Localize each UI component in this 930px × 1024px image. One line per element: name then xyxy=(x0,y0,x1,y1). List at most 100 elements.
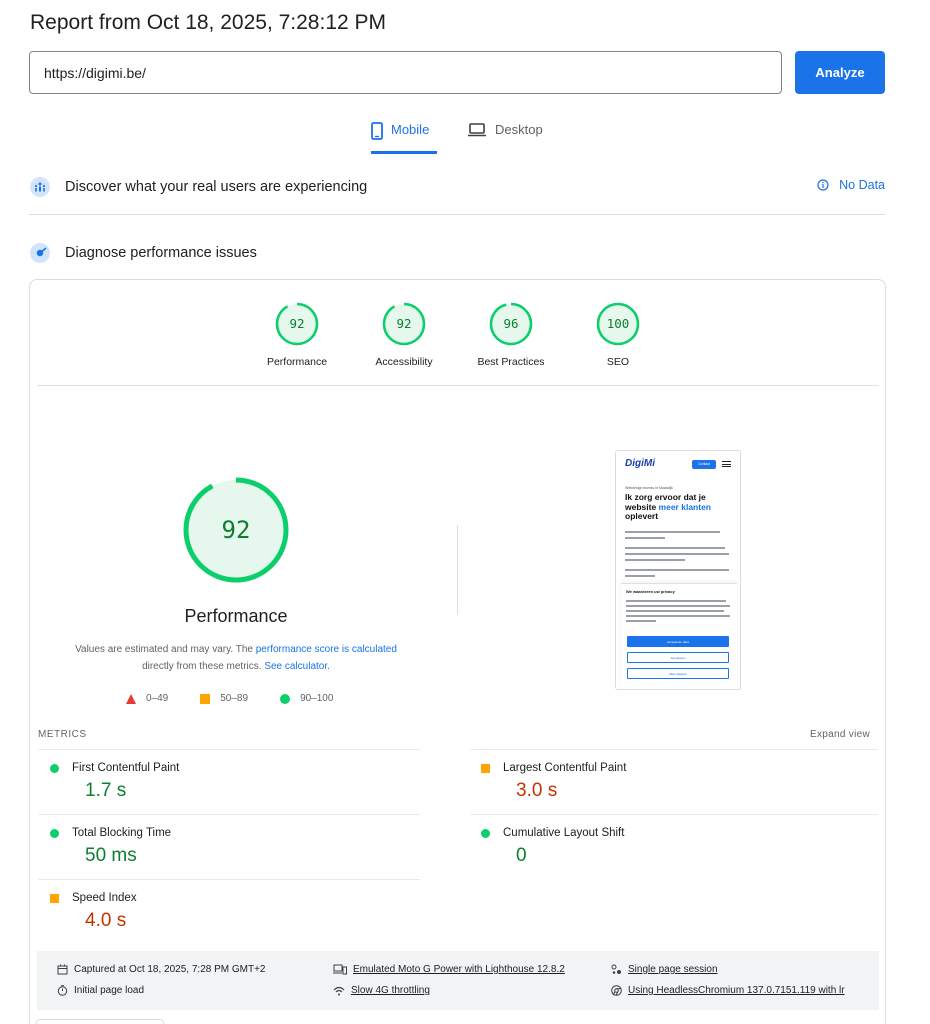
devices-icon xyxy=(333,964,347,975)
gauge-label: Accessibility xyxy=(375,356,433,368)
vertical-divider xyxy=(457,525,458,615)
pass-circle-icon xyxy=(280,693,291,704)
session-icon xyxy=(611,964,621,974)
metric-value: 0 xyxy=(516,845,527,866)
device-text: Emulated Moto G Power with Lighthouse 12… xyxy=(353,964,565,975)
session-type[interactable]: Single page session xyxy=(611,964,718,975)
field-data-title: Discover what your real users are experi… xyxy=(65,179,368,195)
metric-value: 1.7 s xyxy=(85,780,127,801)
text-line xyxy=(626,615,730,617)
score-calc-link[interactable]: performance score is calculated xyxy=(256,644,397,655)
gauge-label: SEO xyxy=(606,356,630,368)
metric-divider xyxy=(470,814,878,815)
gauge-accessibility[interactable]: 92 Accessibility xyxy=(369,302,439,368)
metric-tbt: Total Blocking Time 50 ms xyxy=(50,827,450,867)
metric-label: First Contentful Paint xyxy=(72,762,180,774)
pass-circle-icon xyxy=(50,763,59,773)
session-text: Single page session xyxy=(628,964,718,975)
url-input[interactable] xyxy=(29,51,782,94)
wifi-icon xyxy=(333,986,345,995)
crux-users-icon xyxy=(30,177,50,197)
page-title: Report from Oct 18, 2025, 7:28:12 PM xyxy=(30,11,387,34)
legend-poor: 0–49 xyxy=(146,693,169,704)
gauge-best-practices[interactable]: 96 Best Practices xyxy=(471,302,551,368)
note-text: Values are estimated and may vary. The xyxy=(75,644,256,655)
chrome-icon xyxy=(611,985,622,996)
smartphone-icon xyxy=(371,122,383,140)
gauge-score: 92 xyxy=(396,316,412,331)
lab-data-header: Diagnose performance issues xyxy=(29,240,885,266)
device-emulation[interactable]: Emulated Moto G Power with Lighthouse 12… xyxy=(333,964,565,975)
metric-divider xyxy=(38,814,420,815)
metric-value: 3.0 s xyxy=(516,780,558,801)
network-throttling[interactable]: Slow 4G throttling xyxy=(333,985,430,996)
text-line xyxy=(625,559,685,561)
legend-good: 90–100 xyxy=(300,693,334,704)
tab-desktop-label: Desktop xyxy=(495,122,543,137)
initial-load: Initial page load xyxy=(57,985,144,996)
no-data-link[interactable]: No Data xyxy=(817,178,885,192)
text-line xyxy=(625,547,725,549)
screenshot-headline: Ik zorg ervoor dat je website meer klant… xyxy=(625,492,735,522)
text-line xyxy=(625,537,665,539)
analyze-button[interactable]: Analyze xyxy=(795,51,885,94)
gauges-divider xyxy=(37,385,879,386)
gauge-seo[interactable]: 100 SEO xyxy=(583,302,653,368)
metric-divider xyxy=(470,749,878,750)
lab-report-card: 92 Performance 92 Accessibility 96 Best … xyxy=(29,279,886,1024)
final-screenshot[interactable]: DigiMi Contact Webdesign bureau in Maasd… xyxy=(615,450,741,690)
device-tabs: Mobile Desktop xyxy=(0,118,930,154)
calendar-icon xyxy=(57,964,68,975)
metric-label: Speed Index xyxy=(72,892,137,904)
text-line xyxy=(625,553,729,555)
lab-data-title: Diagnose performance issues xyxy=(65,245,257,261)
tab-desktop[interactable]: Desktop xyxy=(467,118,543,154)
headline-part: oplevert xyxy=(625,511,659,521)
expand-view-toggle[interactable]: Expand view xyxy=(810,729,870,740)
initial-load-text: Initial page load xyxy=(74,985,145,996)
text-line xyxy=(626,605,730,607)
metric-divider xyxy=(38,749,420,750)
text-line xyxy=(625,575,655,577)
cookie-customize-button: Aanpassen xyxy=(627,652,729,663)
cookie-accept-button: Accepteren alles xyxy=(627,636,729,647)
gauge-score: 96 xyxy=(503,316,519,331)
gauge-score: 92 xyxy=(289,316,305,331)
gauge-performance[interactable]: 92 Performance xyxy=(262,302,332,368)
browser-text: Using HeadlessChromium 137.0.7151.119 wi… xyxy=(628,985,845,996)
section-divider xyxy=(29,214,885,215)
performance-score: 92 xyxy=(221,516,251,544)
gauge-label: Best Practices xyxy=(477,356,545,368)
browser-info[interactable]: Using HeadlessChromium 137.0.7151.119 wi… xyxy=(611,985,845,996)
metric-speed-index: Speed Index 4.0 s xyxy=(50,892,450,932)
metric-divider xyxy=(38,879,420,880)
metrics-heading: METRICS xyxy=(38,729,87,740)
score-legend: 0–49 50–89 90–100 xyxy=(126,693,365,704)
tab-mobile[interactable]: Mobile xyxy=(371,118,437,154)
info-icon xyxy=(817,179,829,191)
cookie-reject-button: Alles afwijzen xyxy=(627,668,729,679)
no-data-label: No Data xyxy=(839,178,885,192)
text-line xyxy=(626,620,656,622)
metric-value: 50 ms xyxy=(85,845,137,866)
throttling-text: Slow 4G throttling xyxy=(351,985,430,996)
lighthouse-diagnose-icon xyxy=(30,243,50,263)
text-line xyxy=(626,600,726,602)
calculator-link[interactable]: See calculator. xyxy=(264,661,330,672)
average-square-icon xyxy=(481,763,490,773)
performance-title: Performance xyxy=(184,606,288,626)
average-square-icon xyxy=(50,893,59,903)
runtime-settings: Captured at Oct 18, 2025, 7:28 PM GMT+2 … xyxy=(37,951,879,1010)
note-text-2: directly from these metrics. xyxy=(142,661,265,672)
fail-triangle-icon xyxy=(126,693,136,704)
menu-icon xyxy=(722,461,731,467)
field-data-header: Discover what your real users are experi… xyxy=(29,174,885,200)
average-square-icon xyxy=(200,693,211,704)
text-line xyxy=(626,610,724,612)
metric-value: 4.0 s xyxy=(85,910,127,931)
gauge-score: 100 xyxy=(606,316,630,331)
pass-circle-icon xyxy=(481,828,490,838)
cookie-title: We waarderen uw privacy xyxy=(626,589,675,594)
text-line xyxy=(625,531,720,533)
cookie-banner: We waarderen uw privacy Accepteren alles… xyxy=(621,583,737,689)
